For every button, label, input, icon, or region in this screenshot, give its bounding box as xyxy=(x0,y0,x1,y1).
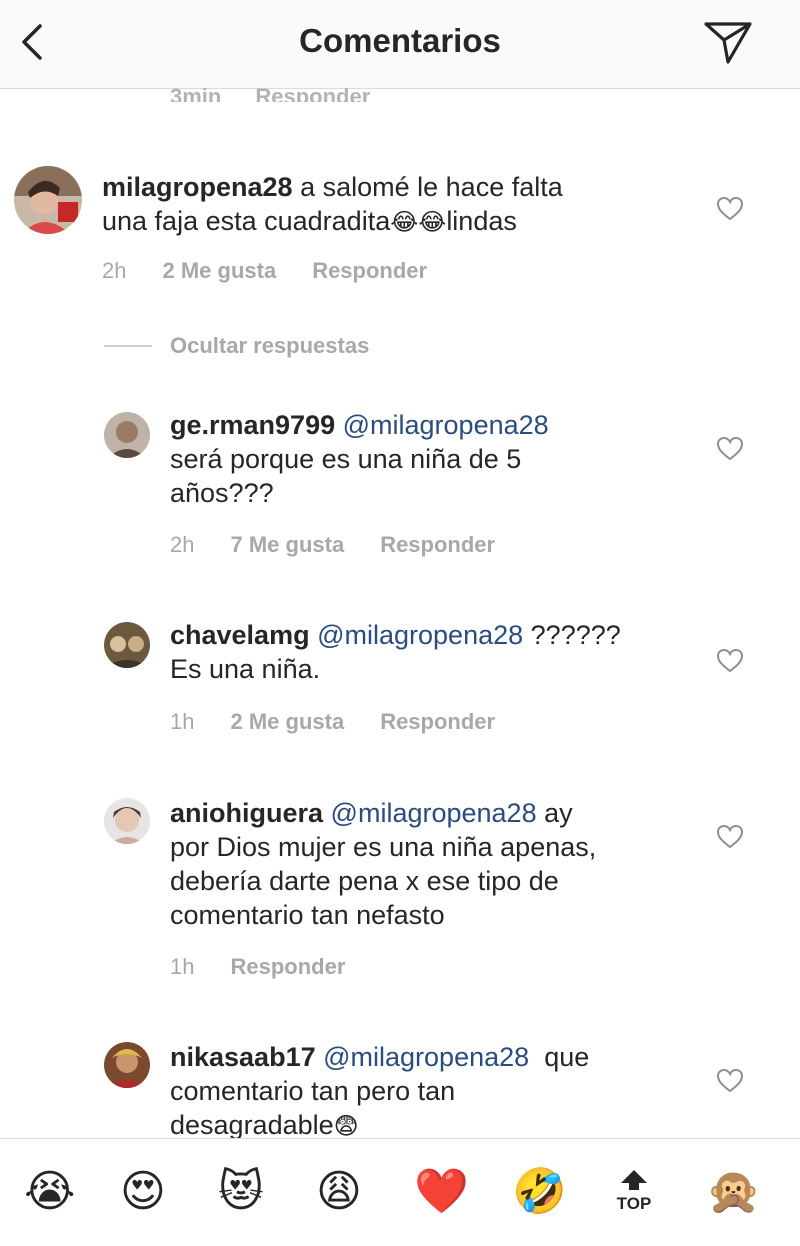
reply-item: nikasaab17 @milagropena28 que comentario… xyxy=(0,1040,800,1138)
avatar[interactable] xyxy=(104,798,150,844)
emoji-button[interactable]: ❤️ xyxy=(414,1167,469,1217)
previous-comment-meta: 3min Responder xyxy=(170,80,370,102)
emoji-button[interactable]: 😭 xyxy=(24,1167,75,1217)
comment-text: aniohiguera @milagropena28 ay por Dios m… xyxy=(170,798,597,930)
emoji: 😂😂 xyxy=(390,209,447,236)
comment-time: 2h xyxy=(170,532,195,557)
comment-meta: 2h 2 Me gusta Responder xyxy=(102,258,427,284)
mention-link[interactable]: @milagropena28 xyxy=(331,798,537,828)
like-button[interactable] xyxy=(716,824,744,850)
mention-link[interactable]: @milagropena28 xyxy=(323,1042,529,1072)
likes-count[interactable]: 2 Me gusta xyxy=(162,258,276,284)
likes-count[interactable]: 2 Me gusta xyxy=(230,709,344,735)
arrow-up-icon xyxy=(621,1170,647,1190)
mention-link[interactable]: @milagropena28 xyxy=(343,410,549,440)
comment-time: 1h xyxy=(170,954,195,979)
comment-text: chavelamg @milagropena28 ?????? Es una n… xyxy=(170,620,621,684)
username[interactable]: chavelamg xyxy=(170,620,310,650)
comment-meta: 1h Responder xyxy=(170,954,345,980)
reply-button[interactable]: Responder xyxy=(230,954,345,980)
emoji-quick-bar: 😭 😍 😻 😩 ❤️ 🤣 TOP 🙊 xyxy=(0,1138,800,1246)
emoji-button[interactable]: 😻 xyxy=(218,1167,264,1217)
heart-icon xyxy=(716,648,744,673)
page-title: Comentarios xyxy=(299,22,501,59)
username[interactable]: nikasaab17 xyxy=(170,1042,316,1072)
heart-icon xyxy=(716,196,744,221)
send-icon xyxy=(704,22,752,64)
heart-icon xyxy=(716,1068,744,1093)
emoji-button[interactable]: 😍 xyxy=(120,1167,166,1217)
hide-replies-toggle[interactable]: Ocultar respuestas xyxy=(104,333,369,359)
like-button[interactable] xyxy=(716,648,744,674)
emoji-button[interactable]: 😩 xyxy=(316,1167,362,1217)
like-button[interactable] xyxy=(716,196,744,222)
emoji-button[interactable]: 🙊 xyxy=(706,1167,761,1217)
reply-button[interactable]: Responder xyxy=(380,709,495,735)
comment-meta: 1h 2 Me gusta Responder xyxy=(170,709,495,735)
divider xyxy=(104,345,152,347)
like-button[interactable] xyxy=(716,436,744,462)
avatar[interactable] xyxy=(14,166,82,234)
comment-text: ge.rman9799 @milagropena28 será porque e… xyxy=(170,410,549,508)
reply-button[interactable]: Responder xyxy=(312,258,427,284)
comment-meta: 2h 7 Me gusta Responder xyxy=(170,532,495,558)
top-button[interactable]: TOP xyxy=(612,1169,656,1214)
like-button[interactable] xyxy=(716,1068,744,1094)
username[interactable]: milagropena28 xyxy=(102,172,293,202)
avatar[interactable] xyxy=(104,1042,150,1088)
comment-time: 2h xyxy=(102,258,127,283)
comment-text: nikasaab17 @milagropena28 que comentario… xyxy=(170,1042,590,1138)
share-button[interactable] xyxy=(700,16,756,68)
avatar[interactable] xyxy=(104,412,150,458)
emoji: 😨 xyxy=(333,1113,359,1138)
heart-icon xyxy=(716,436,744,461)
header-bar: Comentarios xyxy=(0,0,800,89)
heart-icon xyxy=(716,824,744,849)
comment-time: 3min xyxy=(170,84,222,102)
reply-button[interactable]: Responder xyxy=(255,80,370,102)
reply-button[interactable]: Responder xyxy=(380,532,495,558)
top-label: TOP xyxy=(616,1194,652,1213)
username[interactable]: ge.rman9799 xyxy=(170,410,335,440)
avatar[interactable] xyxy=(104,622,150,668)
hide-replies-label: Ocultar respuestas xyxy=(170,333,370,358)
username[interactable]: aniohiguera xyxy=(170,798,323,828)
likes-count[interactable]: 7 Me gusta xyxy=(230,532,344,558)
emoji-button[interactable]: 🤣 xyxy=(512,1167,567,1217)
comment-text: milagropena28 a salomé le hace falta una… xyxy=(102,172,563,236)
comment-time: 1h xyxy=(170,709,195,734)
mention-link[interactable]: @milagropena28 xyxy=(317,620,523,650)
